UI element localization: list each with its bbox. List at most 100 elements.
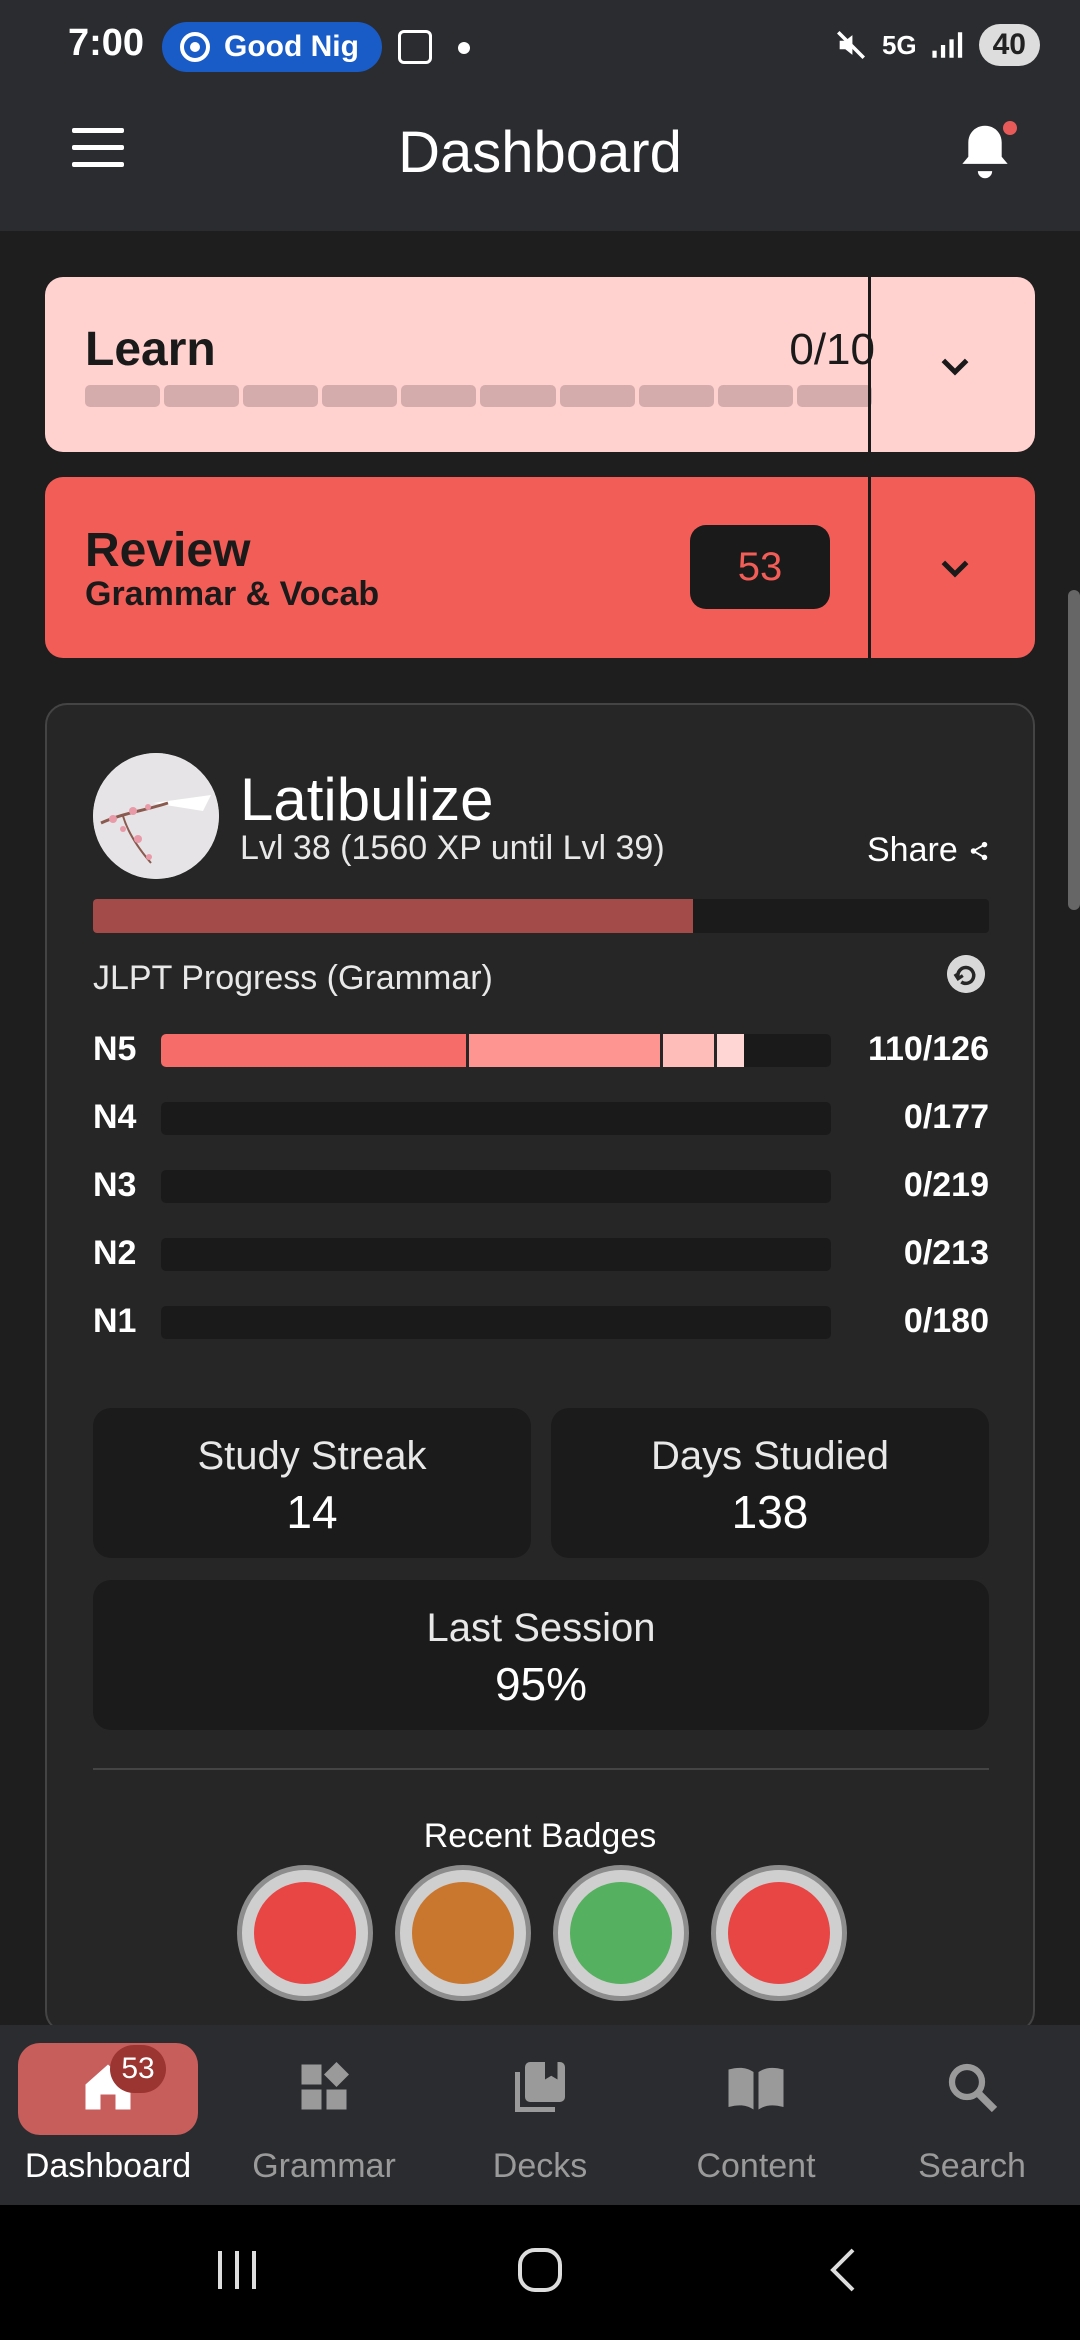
nav-label: Grammar [252,2147,396,2185]
last-session-box: Last Session 95% [93,1580,989,1730]
jlpt-level-count: 0/180 [903,1302,989,1340]
jlpt-level-count: 110/126 [867,1030,989,1068]
nav-label: Decks [492,2147,588,2185]
nav-dashboard[interactable]: 53 Dashboard [0,2025,216,2205]
learn-progress-segment [164,385,240,407]
jlpt-progress-bar [161,1034,831,1067]
page-title: Dashboard [398,120,682,185]
study-streak-label: Study Streak [197,1434,427,1478]
learn-card[interactable]: Learn 0/10 [45,277,1035,452]
days-studied-value: 138 [731,1486,809,1538]
review-title: Review [85,524,251,577]
recents-icon[interactable] [212,2245,262,2295]
review-count-badge: 53 [690,525,830,609]
learn-title: Learn [85,323,216,376]
nav-label: Dashboard [24,2147,192,2185]
search-icon [948,2063,998,2113]
share-button[interactable]: Share [867,831,990,870]
last-session-label: Last Session [426,1606,656,1650]
learn-progress-segment [638,385,714,407]
status-time: 7:00 [68,22,145,64]
back-icon[interactable] [820,2245,870,2295]
jlpt-row-n5[interactable]: N5 110/126 [93,1030,989,1070]
jlpt-level-count: 0/219 [903,1166,989,1204]
pill-icon [180,32,210,62]
nav-label: Search [918,2147,1026,2185]
study-streak-value: 14 [286,1486,338,1538]
katana-badge-icon[interactable] [711,1865,847,2001]
notification-badge [1003,121,1017,135]
learn-progress-segment [796,385,872,407]
cherry-blossom-avatar-icon [93,753,219,879]
xp-progress-bar [93,899,989,933]
network-type: 5G [881,29,917,60]
jlpt-progress-segment [717,1034,744,1067]
jlpt-progress-segment [469,1034,664,1067]
jlpt-level-label: N1 [93,1302,137,1340]
learn-progress-segment [480,385,556,407]
nav-grammar[interactable]: Grammar [216,2025,432,2205]
nav-content[interactable]: Content [648,2025,864,2205]
jlpt-progress-segment [663,1034,718,1067]
profile-card: Latibulize Lvl 38 (1560 XP until Lvl 39)… [45,703,1035,2033]
jlpt-level-count: 0/177 [903,1098,989,1136]
last-session-value: 95% [494,1658,588,1710]
jlpt-level-label: N2 [93,1234,137,1272]
days-studied-label: Days Studied [651,1434,889,1478]
avatar[interactable] [93,753,219,879]
recent-badges-title: Recent Badges [423,1817,657,1855]
scrollbar[interactable] [1068,590,1080,910]
nav-decks[interactable]: Decks [432,2025,648,2205]
divider [868,477,871,658]
jlpt-progress-title: JLPT Progress (Grammar) [93,959,493,997]
refresh-icon[interactable] [947,955,985,993]
jlpt-progress-bar [161,1170,831,1203]
jlpt-row-n3[interactable]: N3 0/219 [93,1166,989,1206]
jlpt-row-n2[interactable]: N2 0/213 [93,1234,989,1274]
nav-icon-area [882,2043,1062,2135]
share-label: Share [867,831,958,869]
jlpt-progress-bar [161,1102,831,1135]
review-subtitle: Grammar & Vocab [85,575,380,613]
mute-icon [836,30,865,60]
battery-level: 40 [978,24,1040,66]
dashboard-badge: 53 [110,2045,166,2093]
learn-progress-segment [243,385,319,407]
jlpt-level-label: N4 [93,1098,137,1136]
divider [93,1768,989,1770]
chevron-down-icon[interactable] [935,347,975,387]
jlpt-level-count: 0/213 [903,1234,989,1272]
learn-progress-bar [85,385,872,407]
signal-icon [932,32,962,58]
learn-progress-segment [717,385,793,407]
xp-progress-fill [93,899,694,933]
nav-search[interactable]: Search [864,2025,1080,2205]
notification-dot-icon [458,42,470,54]
nav-icon-area [450,2043,630,2135]
username: Latibulize [240,766,494,833]
status-icons: 5G 40 [834,24,1040,66]
jlpt-level-label: N3 [93,1166,137,1204]
notification-pill[interactable]: Good Nig [162,22,382,72]
chevron-down-icon[interactable] [935,549,975,589]
review-card[interactable]: Review Grammar & Vocab 53 [45,477,1035,658]
jlpt-row-n4[interactable]: N4 0/177 [93,1098,989,1138]
days-studied-box: Days Studied 138 [551,1408,989,1558]
divider [868,277,871,452]
scroll-desk-badge-icon[interactable] [395,1865,531,2001]
notification-pill-text: Good Nig [224,30,359,63]
jlpt-row-n1[interactable]: N1 0/180 [93,1302,989,1342]
jlpt-progress-bar [161,1306,831,1339]
status-bar: 7:00 Good Nig 5G 40 [0,0,1080,73]
nav-icon-area [234,2043,414,2135]
learn-progress-segment [322,385,398,407]
bamboo-sword-badge-icon[interactable] [553,1865,689,2001]
learn-progress-segment [401,385,477,407]
content-icon [728,2067,784,2110]
nav-active-indicator: 53 [18,2043,198,2135]
level-text: Lvl 38 (1560 XP until Lvl 39) [240,829,665,867]
samurai-armor-badge-icon[interactable] [237,1865,373,2001]
home-button-icon[interactable] [515,2245,565,2295]
share-icon [970,841,987,860]
screenshot-icon [398,30,432,64]
